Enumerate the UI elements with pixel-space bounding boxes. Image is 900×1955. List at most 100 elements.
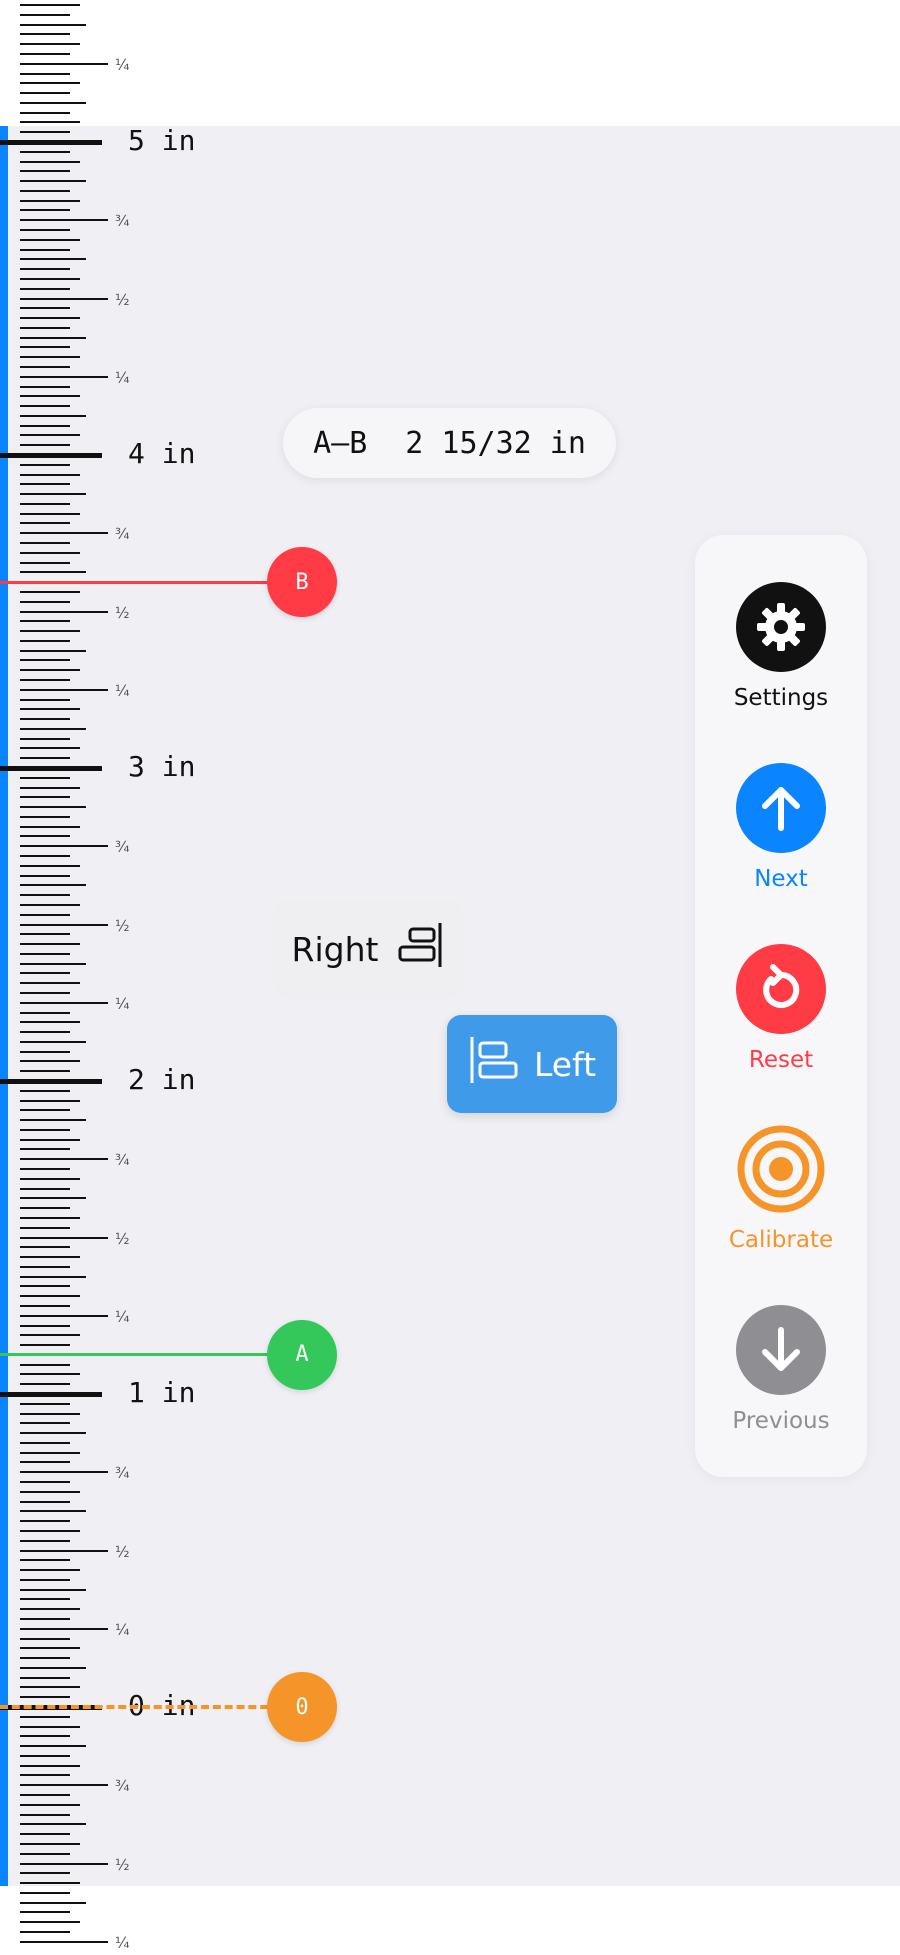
ruler-minor-tick xyxy=(20,669,80,672)
ruler-minor-tick xyxy=(20,258,86,261)
ruler-minor-tick xyxy=(20,336,86,339)
ruler-minor-tick xyxy=(20,874,70,877)
settings-button[interactable] xyxy=(736,582,826,672)
ruler-minor-tick xyxy=(20,317,80,320)
ruler-minor-tick xyxy=(20,189,70,192)
ruler-major-tick xyxy=(0,139,102,145)
ruler-minor-tick xyxy=(20,1295,80,1298)
ruler-fraction-label: ¾ xyxy=(115,1464,130,1483)
ruler-minor-tick xyxy=(20,1921,80,1924)
ruler-minor-tick xyxy=(20,542,70,545)
ruler-minor-tick xyxy=(20,1109,70,1112)
ruler-minor-tick xyxy=(20,229,70,232)
previous-control[interactable]: Previous xyxy=(695,1305,867,1434)
next-control[interactable]: Next xyxy=(695,763,867,892)
marker-handle-zero[interactable]: 0 xyxy=(267,1672,337,1742)
ruler-minor-tick xyxy=(20,796,70,799)
ruler-minor-tick xyxy=(20,1813,70,1816)
ruler-minor-tick xyxy=(20,248,70,251)
ruler-minor-tick xyxy=(20,1696,70,1699)
ruler-minor-tick xyxy=(20,1334,80,1337)
previous-label: Previous xyxy=(732,1408,830,1434)
ruler-minor-tick xyxy=(20,698,70,701)
ruler-minor-tick xyxy=(20,424,70,427)
ruler-minor-tick xyxy=(20,561,70,564)
ruler-minor-tick xyxy=(20,365,70,368)
ruler-fraction-label: ¾ xyxy=(115,525,130,544)
ruler-minor-tick xyxy=(20,1216,80,1219)
ruler-minor-tick xyxy=(20,1549,108,1552)
ruler-minor-tick xyxy=(20,786,80,789)
ruler-fraction-label: ¼ xyxy=(115,1933,130,1952)
ruler-minor-tick xyxy=(20,590,80,593)
ruler-minor-tick xyxy=(20,52,70,55)
ruler-minor-tick xyxy=(20,1402,70,1405)
ruler-fraction-label: ¾ xyxy=(115,212,130,231)
settings-control[interactable]: Settings xyxy=(695,582,867,711)
ruler-minor-tick xyxy=(20,1647,80,1650)
ruler-minor-tick xyxy=(20,502,70,505)
ruler-minor-tick xyxy=(20,62,108,65)
ruler-minor-tick xyxy=(20,82,80,85)
ruler-minor-tick xyxy=(20,72,70,75)
ruler-minor-tick xyxy=(20,1559,70,1562)
marker-handle-b[interactable]: B xyxy=(267,547,337,618)
ruler-minor-tick xyxy=(20,1226,70,1229)
ruler-minor-tick xyxy=(20,757,70,760)
ruler-minor-tick xyxy=(20,1803,80,1806)
marker-line-zero xyxy=(0,1705,280,1709)
ruler-fraction-label: ¼ xyxy=(115,994,130,1013)
ruler-inch-label: 5 in xyxy=(128,124,196,157)
align-right-button[interactable]: Right xyxy=(273,900,463,998)
ruler-minor-tick xyxy=(20,649,86,652)
marker-handle-a[interactable]: A xyxy=(267,1319,337,1390)
ruler-fraction-label: ¾ xyxy=(115,1777,130,1796)
ruler-fraction-label: ½ xyxy=(115,1542,130,1561)
ruler-minor-tick xyxy=(20,111,70,114)
ruler-minor-tick xyxy=(20,708,80,711)
ruler-minor-tick xyxy=(20,1246,70,1249)
ruler-minor-tick xyxy=(20,1520,70,1523)
ruler-minor-tick xyxy=(20,1471,108,1474)
align-left-label: Left xyxy=(533,1044,597,1084)
ruler-minor-tick xyxy=(20,825,80,828)
ruler-major-tick xyxy=(0,765,102,771)
ruler-minor-tick xyxy=(20,639,70,642)
ruler-minor-tick xyxy=(20,1578,70,1581)
ruler-minor-tick xyxy=(20,522,70,525)
ruler-minor-tick xyxy=(20,1236,108,1239)
ruler-minor-tick xyxy=(20,532,108,535)
ruler-fraction-label: ½ xyxy=(115,1229,130,1248)
measurement-value: 2 15/32 in xyxy=(405,425,586,461)
calibrate-control[interactable]: Calibrate xyxy=(695,1124,867,1253)
ruler-minor-tick xyxy=(20,972,70,975)
ruler-minor-tick xyxy=(20,1754,70,1757)
arrow-up-icon xyxy=(762,787,800,831)
ruler-minor-tick xyxy=(20,1481,70,1484)
calibrate-button[interactable] xyxy=(736,1124,826,1214)
ruler-minor-tick xyxy=(20,727,86,730)
ruler-minor-tick xyxy=(20,1735,70,1738)
ruler-minor-tick xyxy=(20,121,80,124)
ruler-fraction-label: ¼ xyxy=(115,1620,130,1639)
ruler-minor-tick xyxy=(20,1725,80,1728)
ruler-minor-tick xyxy=(20,1256,80,1259)
previous-button[interactable] xyxy=(736,1305,826,1395)
calibrate-label: Calibrate xyxy=(728,1227,834,1253)
reset-label: Reset xyxy=(748,1047,814,1073)
reset-control[interactable]: Reset xyxy=(695,944,867,1073)
ruler-minor-tick xyxy=(20,835,70,838)
ruler-minor-tick xyxy=(20,326,70,329)
ruler-minor-tick xyxy=(20,1901,86,1904)
ruler-fraction-label: ½ xyxy=(115,603,130,622)
settings-label: Settings xyxy=(733,685,829,711)
ruler-minor-tick xyxy=(20,551,80,554)
reset-button[interactable] xyxy=(736,944,826,1034)
ruler-fraction-label: ¼ xyxy=(115,1307,130,1326)
ruler-minor-tick xyxy=(20,1911,70,1914)
ruler-minor-tick xyxy=(20,678,70,681)
align-left-button[interactable]: Left xyxy=(447,1015,617,1113)
ruler-minor-tick xyxy=(20,1441,70,1444)
ruler-minor-tick xyxy=(20,1168,70,1171)
next-button[interactable] xyxy=(736,763,826,853)
